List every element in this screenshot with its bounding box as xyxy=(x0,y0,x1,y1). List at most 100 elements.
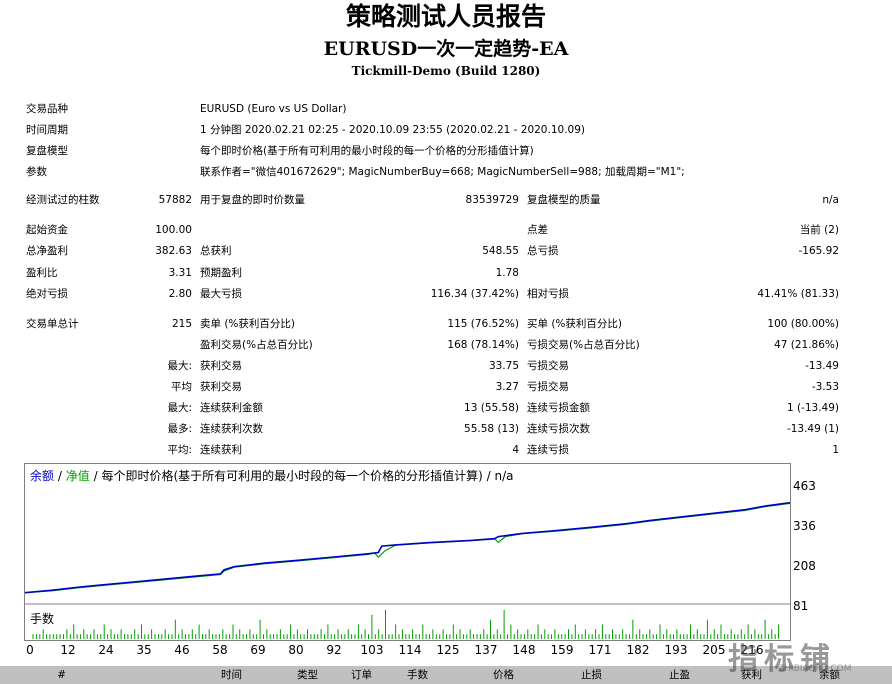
long-trades-label: 买单 (%获利百分比) xyxy=(527,318,623,330)
rel-drawdown-value: 41.41% (81.33) xyxy=(757,288,839,300)
loss-trades-label: 亏损交易(%占总百分比) xyxy=(527,339,640,351)
params-value: 联系作者="微信401672629"; MagicNumberBuy=668; … xyxy=(200,166,685,178)
loss-trades-value: 47 (21.86%) xyxy=(774,339,839,351)
deposit-label: 起始资金 xyxy=(26,224,68,236)
x-tick-label: 193 xyxy=(664,643,688,657)
average-loss-label: 亏损交易 xyxy=(527,381,569,393)
balance-chart: 余额 / 净值 / 每个即时价格(基于所有可利用的最小时段的每一个价格的分形插值… xyxy=(24,463,791,641)
max-drawdown-value: 116.34 (37.42%) xyxy=(430,288,519,300)
max-cons-win-label: 连续获利金额 xyxy=(200,402,263,414)
y-tick-208: 208 xyxy=(793,559,816,573)
expected-payoff-label: 预期盈利 xyxy=(200,267,242,279)
short-trades-label: 卖单 (%获利百分比) xyxy=(200,318,296,330)
gross-profit-value: 548.55 xyxy=(482,245,519,257)
x-tick-label: 103 xyxy=(360,643,384,657)
deposit-value: 100.00 xyxy=(155,224,192,236)
avg-cons-loss-value: 1 xyxy=(832,444,839,456)
x-tick-label: 148 xyxy=(512,643,536,657)
profit-trades-label: 盈利交易(%占总百分比) xyxy=(200,339,313,351)
avg-cons-win-value: 4 xyxy=(512,444,519,456)
long-trades-value: 100 (80.00%) xyxy=(767,318,839,330)
legend-balance: 余额 xyxy=(30,469,55,483)
most-cons-loss-value: -13.49 (1) xyxy=(786,423,839,435)
max-cons-loss-label: 连续亏损金额 xyxy=(527,402,590,414)
symbol-value: EURUSD (Euro vs US Dollar) xyxy=(200,103,347,115)
col-lots[interactable]: 手数 xyxy=(380,668,428,682)
symbol-label: 交易品种 xyxy=(26,103,68,115)
max-cons-win-value: 13 (55.58) xyxy=(464,402,519,414)
maximum-label: 最大: xyxy=(167,402,192,414)
server-build: Tickmill-Demo (Build 1280) xyxy=(351,64,541,78)
ticks-label: 用于复盘的即时价数量 xyxy=(200,194,305,206)
col-order[interactable]: 订单 xyxy=(320,668,372,682)
x-tick-label: 92 xyxy=(326,643,342,657)
col-tp[interactable]: 止盈 xyxy=(620,668,690,682)
avg-cons-label: 平均: xyxy=(167,444,192,456)
largest-loss-label: 亏损交易 xyxy=(527,360,569,372)
x-tick-label: 0 xyxy=(26,643,34,657)
x-tick-label: 125 xyxy=(436,643,460,657)
expected-payoff-value: 1.78 xyxy=(495,267,519,279)
spread-value: 当前 (2) xyxy=(799,224,839,236)
legend-sep-1: / xyxy=(57,469,62,483)
col-type[interactable]: 类型 xyxy=(260,668,318,682)
y-tick-463: 463 xyxy=(793,479,816,493)
params-label: 参数 xyxy=(26,166,47,178)
short-trades-value: 115 (76.52%) xyxy=(447,318,519,330)
average-profit-label: 获利交易 xyxy=(200,381,242,393)
col-time[interactable]: 时间 xyxy=(180,668,242,682)
period-label: 时间周期 xyxy=(26,124,68,136)
profit-factor-value: 3.31 xyxy=(168,267,192,279)
total-trades-value: 215 xyxy=(171,318,192,330)
largest-label: 最大: xyxy=(167,360,192,372)
model-value: 每个即时价格(基于所有可利用的最小时段的每一个价格的分形插值计算) xyxy=(200,145,534,157)
x-tick-label: 159 xyxy=(550,643,574,657)
net-profit-value: 382.63 xyxy=(155,245,192,257)
col-price[interactable]: 价格 xyxy=(440,668,514,682)
gross-loss-label: 总亏损 xyxy=(527,245,559,257)
average-profit-value: 3.27 xyxy=(495,381,519,393)
x-tick-label: 137 xyxy=(474,643,498,657)
ticks-value: 83539729 xyxy=(465,194,519,206)
x-tick-label: 69 xyxy=(250,643,266,657)
y-tick-336: 336 xyxy=(793,519,816,533)
quality-value: n/a xyxy=(822,194,839,206)
most-cons-loss-label: 连续亏损次数 xyxy=(527,423,590,435)
abs-drawdown-label: 绝对亏损 xyxy=(26,288,68,300)
col-sl[interactable]: 止损 xyxy=(530,668,602,682)
gross-loss-value: -165.92 xyxy=(798,245,839,257)
abs-drawdown-value: 2.80 xyxy=(168,288,192,300)
largest-loss-value: -13.49 xyxy=(805,360,839,372)
report-title: 策略测试人员报告 xyxy=(345,2,546,31)
x-tick-label: 12 xyxy=(60,643,76,657)
largest-profit-value: 33.75 xyxy=(488,360,519,372)
gross-profit-label: 总获利 xyxy=(200,245,232,257)
x-tick-label: 80 xyxy=(288,643,304,657)
total-trades-label: 交易单总计 xyxy=(26,318,79,330)
avg-cons-loss-label: 连续亏损 xyxy=(527,444,569,456)
x-tick-label: 114 xyxy=(398,643,422,657)
most-cons-win-value: 55.58 (13) xyxy=(464,423,519,435)
avg-cons-win-label: 连续获利 xyxy=(200,444,242,456)
x-tick-label: 171 xyxy=(588,643,612,657)
most-cons-win-label: 连续获利次数 xyxy=(200,423,263,435)
watermark-site: ZHIBIAOPU.COM xyxy=(778,664,852,674)
x-tick-label: 58 xyxy=(212,643,228,657)
spread-label: 点差 xyxy=(527,224,548,236)
x-tick-label: 205 xyxy=(702,643,726,657)
profit-factor-label: 盈利比 xyxy=(26,267,58,279)
average-label: 平均 xyxy=(171,381,192,393)
most-label: 最多: xyxy=(167,423,192,435)
bars-label: 经测试过的柱数 xyxy=(26,194,100,206)
col-num[interactable]: # xyxy=(40,668,66,682)
x-tick-label: 182 xyxy=(626,643,650,657)
legend-equity: 净值 xyxy=(65,469,90,483)
y-tick-81: 81 xyxy=(793,599,809,613)
chart-model-text: 每个即时价格(基于所有可利用的最小时段的每一个价格的分形插值计算) / n/a xyxy=(101,469,514,483)
quality-label: 复盘模型的质量 xyxy=(527,194,601,206)
ea-name: EURUSD一次一定趋势-EA xyxy=(323,38,569,60)
chart-header: 余额 / 净值 / 每个即时价格(基于所有可利用的最小时段的每一个价格的分形插值… xyxy=(30,468,513,484)
chart-svg xyxy=(24,501,791,639)
lots-label: 手数 xyxy=(30,612,55,626)
rel-drawdown-label: 相对亏损 xyxy=(527,288,569,300)
